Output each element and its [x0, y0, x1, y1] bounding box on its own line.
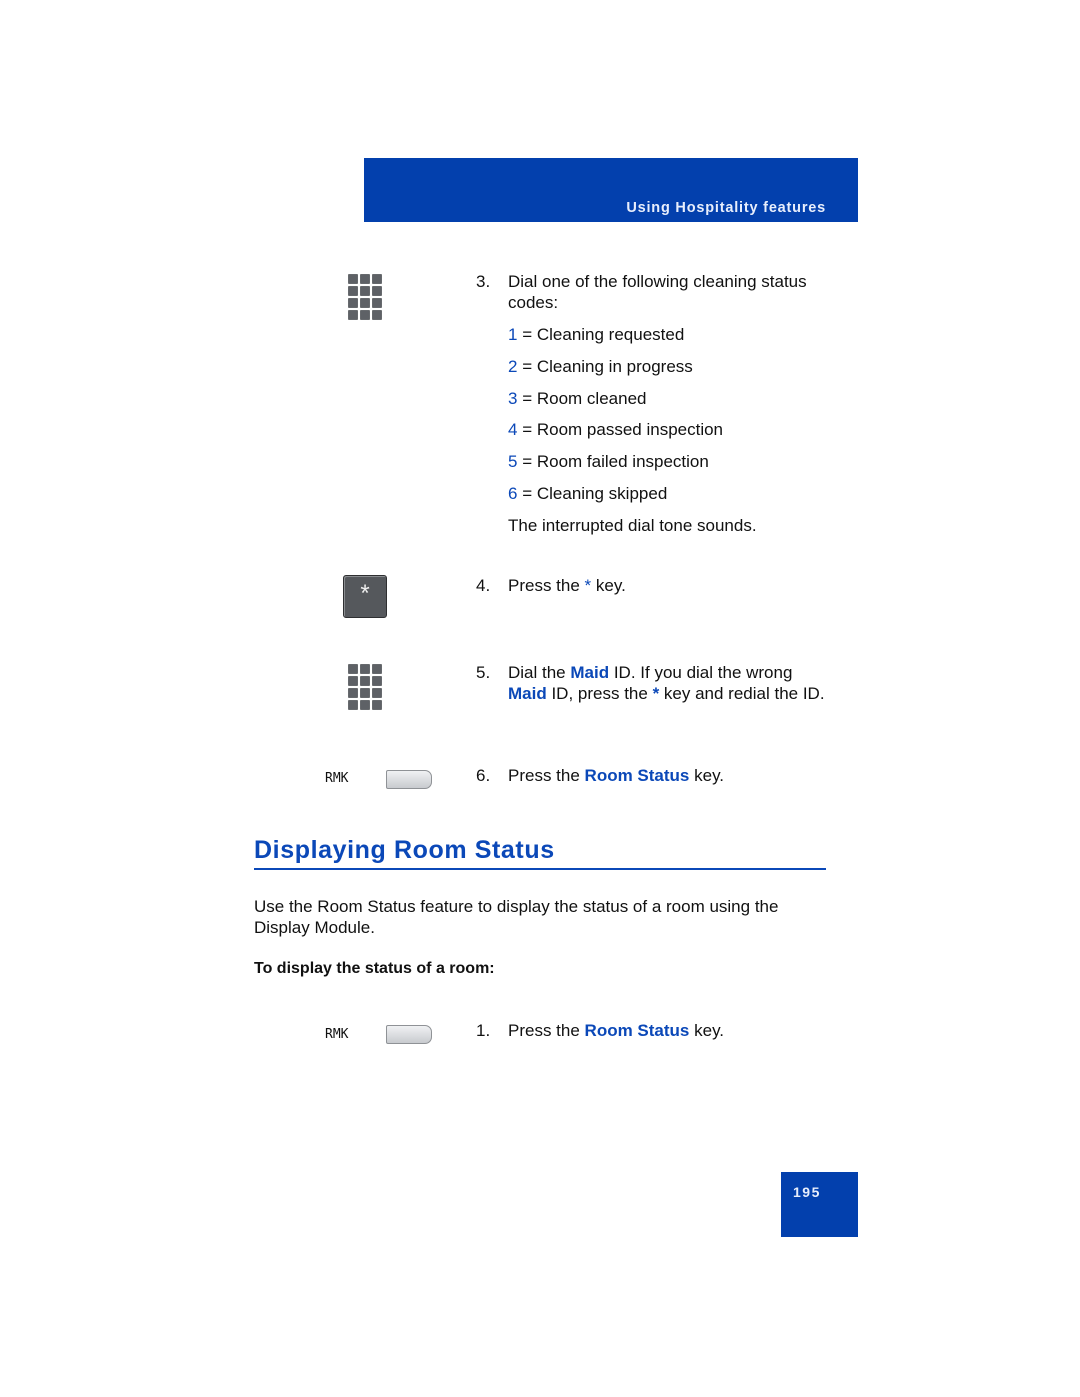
key-name: Room Status — [584, 1021, 690, 1040]
keypad-icon — [348, 274, 382, 322]
code-number: 4 — [508, 420, 518, 439]
step-text: Dial the Maid ID. If you dial the wrong … — [508, 662, 828, 704]
key-name: Maid — [570, 663, 610, 682]
code-number: 2 — [508, 357, 518, 376]
code-number: 6 — [508, 484, 518, 503]
text: key. — [591, 576, 626, 595]
section-title: Displaying Room Status — [254, 836, 555, 864]
keypad-icon — [348, 664, 382, 712]
text: key. — [689, 766, 725, 785]
code-item: 6 = Cleaning skipped — [508, 483, 667, 504]
step-number: 3. — [476, 272, 491, 291]
room-status-key-icon — [386, 1025, 432, 1044]
star-key-icon: * — [343, 575, 387, 618]
text: key. — [689, 1021, 725, 1040]
section-paragraph: Use the Room Status feature to display t… — [254, 897, 779, 937]
step-number: 1. — [476, 1021, 491, 1040]
page-number: 195 — [793, 1184, 821, 1200]
page-number-box: 195 — [781, 1172, 858, 1237]
dial-tone-note: The interrupted dial tone sounds. — [508, 516, 757, 535]
code-label: = Room failed inspection — [522, 452, 709, 471]
key-name: Room Status — [584, 766, 690, 785]
code-item: 1 = Cleaning requested — [508, 324, 684, 345]
code-label: = Room passed inspection — [522, 420, 724, 439]
rmk-label: RMK — [325, 1027, 349, 1042]
step-number: 6. — [476, 766, 491, 785]
step-text: Press the Room Status key. — [508, 765, 828, 786]
text: ID, press the — [546, 684, 653, 703]
rmk-label: RMK — [325, 771, 349, 786]
step-number: 4. — [476, 576, 491, 595]
text: key and redial the ID. — [659, 684, 825, 703]
code-number: 3 — [508, 389, 518, 408]
header-bar: Using Hospitality features — [364, 158, 858, 222]
text: ID. If you dial the wrong — [609, 663, 793, 682]
key-name: Maid — [508, 684, 547, 703]
code-item: 3 = Room cleaned — [508, 388, 646, 409]
code-item: 2 = Cleaning in progress — [508, 356, 693, 377]
code-label: = Cleaning skipped — [522, 484, 668, 503]
text: Dial the — [508, 663, 571, 682]
section-divider — [254, 868, 826, 870]
text: Press the — [508, 1021, 585, 1040]
code-number: 5 — [508, 452, 518, 471]
code-label: = Room cleaned — [522, 389, 647, 408]
procedure-heading: To display the status of a room: — [254, 960, 495, 977]
step-text: Press the Room Status key. — [508, 1020, 828, 1041]
room-status-key-icon — [386, 770, 432, 789]
code-item: 5 = Room failed inspection — [508, 451, 709, 472]
code-label: = Cleaning requested — [522, 325, 685, 344]
step-text: Dial one of the following cleaning statu… — [508, 272, 807, 312]
code-item: 4 = Room passed inspection — [508, 419, 723, 440]
text: Press the — [508, 766, 585, 785]
code-label: = Cleaning in progress — [522, 357, 693, 376]
header-section-title: Using Hospitality features — [626, 200, 826, 216]
step-number: 5. — [476, 663, 491, 682]
text: Press the — [508, 576, 585, 595]
step-text: Press the * key. — [508, 575, 828, 596]
code-number: 1 — [508, 325, 518, 344]
